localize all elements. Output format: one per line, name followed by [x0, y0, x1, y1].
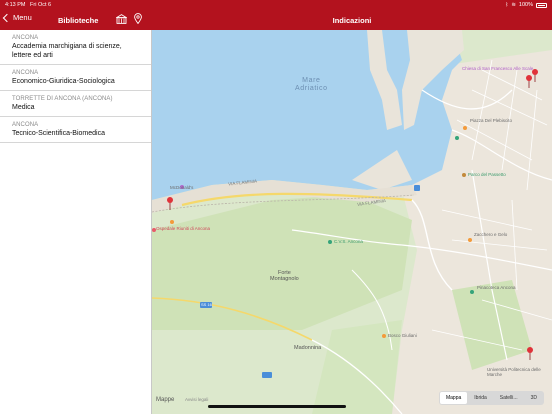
library-row[interactable]: ANCONA Economico-Giuridica-Sociologica	[0, 65, 151, 91]
map-canvas	[152, 30, 552, 414]
library-row[interactable]: TORRETTE DI ANCONA (ANCONA) Medica	[0, 91, 151, 117]
map-type-standard[interactable]: Mappa	[439, 392, 468, 404]
town-label-forte: Forte Montagnolo	[270, 270, 299, 282]
library-list: ANCONA Accademia marchigiana di scienze,…	[0, 30, 152, 414]
back-button-label: Menu	[13, 13, 32, 22]
library-city: ANCONA	[12, 70, 39, 76]
status-time: 4:13 PM Fri Oct 6	[5, 2, 51, 8]
battery-icon	[536, 2, 547, 8]
sidebar-title: Biblioteche	[58, 16, 99, 25]
town-label-forte-line-2: Montagnolo	[270, 276, 299, 282]
library-name: Medica	[12, 104, 35, 111]
library-city: ANCONA	[12, 122, 39, 128]
map-type-control: Mappa Ibrida Satelli... 3D	[438, 391, 544, 405]
library-row[interactable]: ANCONA Tecnico-Scientifica-Biomedica	[0, 117, 151, 143]
library-city: TORRETTE DI ANCONA (ANCONA)	[12, 96, 113, 102]
map-title: Indicazioni	[332, 16, 372, 25]
poi-bosco[interactable]: Bosco Giuliani	[388, 333, 417, 338]
sidebar-nav-bar: Menu Biblioteche	[0, 10, 152, 30]
location-pin-icon[interactable]	[134, 13, 142, 24]
map-view[interactable]: Mare Adriatico Forte Montagnolo Madonnin…	[152, 30, 552, 414]
poi-mcdonalds[interactable]: McDonald's	[170, 185, 193, 190]
poi-chiesa[interactable]: Chiesa di San Francesco Alle Scale	[462, 66, 533, 71]
poi-pinacoteca[interactable]: Pinacoteca Ancona	[477, 285, 516, 290]
back-chevron-icon	[2, 13, 12, 22]
wifi-icon: ≋	[511, 2, 516, 8]
legal-link[interactable]: Avvisi legali	[185, 397, 208, 402]
apple-maps-logo: Mappe	[156, 397, 174, 403]
poi-passetto[interactable]: Parco del Passetto	[468, 172, 506, 177]
back-button[interactable]: Menu	[2, 13, 32, 22]
map-type-hybrid[interactable]: Ibrida	[468, 392, 493, 404]
top-bar: 4:13 PM Fri Oct 6 ᛒ ≋ 100% Menu Bibliote…	[0, 0, 552, 30]
road-shield-ss16: SS 16	[201, 302, 212, 307]
library-name: Accademia marchigiana di scienze, letter…	[12, 43, 122, 59]
poi-cav[interactable]: C.V.S. Ancona	[334, 239, 363, 244]
poi-ospedale[interactable]: Ospedale Riuniti di Ancona	[156, 226, 210, 231]
status-date-text: Fri Oct 6	[30, 2, 52, 8]
sea-label-line-2: Adriatico	[295, 85, 328, 92]
poi-universita[interactable]: Università Politecnica delle Marche	[487, 367, 547, 377]
poi-zacchero[interactable]: Zacchero e Gelo	[474, 232, 507, 237]
status-time-text: 4:13 PM	[5, 2, 26, 8]
map-type-3d[interactable]: 3D	[525, 392, 543, 404]
library-name: Tecnico-Scientifica-Biomedica	[12, 130, 105, 137]
library-building-icon[interactable]	[116, 14, 127, 24]
sea-label: Mare Adriatico	[295, 77, 328, 93]
apple-maps-text: Mappe	[156, 397, 175, 403]
town-label-madonnina: Madonnina	[294, 345, 322, 351]
bluetooth-icon: ᛒ	[505, 2, 509, 8]
library-city: ANCONA	[12, 35, 39, 41]
library-name: Economico-Giuridica-Sociologica	[12, 78, 115, 85]
library-row[interactable]: ANCONA Accademia marchigiana di scienze,…	[0, 30, 151, 65]
map-type-satellite[interactable]: Satelli...	[494, 392, 524, 404]
sea-label-line-1: Mare	[302, 77, 321, 84]
battery-percent: 100%	[518, 2, 533, 8]
poi-piazza[interactable]: Piazza Del Plebiscito	[470, 118, 512, 123]
status-right: ᛒ ≋ 100%	[505, 2, 547, 8]
home-indicator[interactable]	[208, 405, 346, 408]
